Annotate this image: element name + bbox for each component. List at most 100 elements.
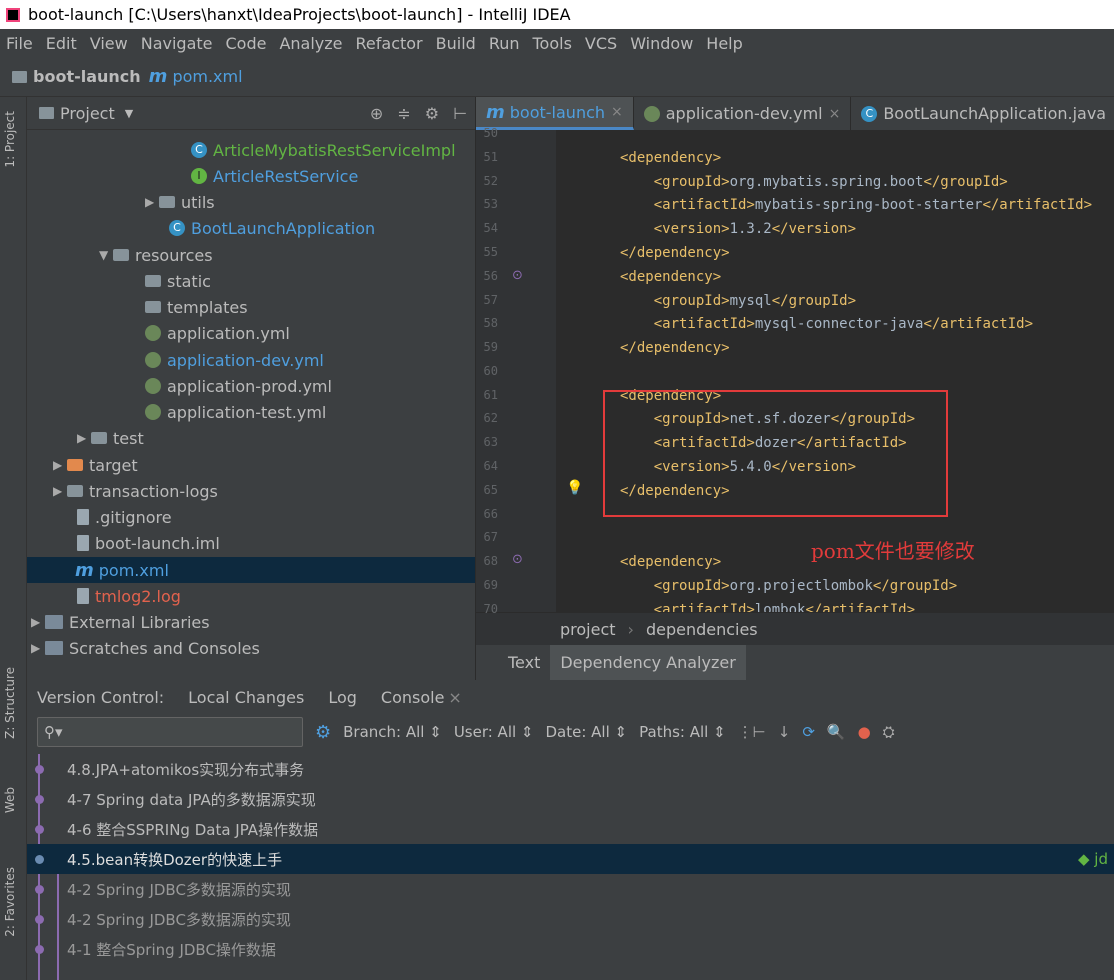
commit-row[interactable]: 4.8.JPA+atomikos实现分布式事务 xyxy=(27,754,1114,784)
project-panel-title[interactable]: Project xyxy=(60,104,115,123)
tab-log[interactable]: Log xyxy=(328,688,357,707)
tree-item[interactable]: application.yml xyxy=(27,320,475,346)
menu-run[interactable]: Run xyxy=(489,34,520,53)
expand-arrow-icon[interactable]: ▶ xyxy=(31,615,45,629)
tree-item[interactable]: ▶ Scratches and Consoles xyxy=(27,635,475,661)
line-number: 54 xyxy=(483,221,498,235)
tab-label: application-dev.yml xyxy=(665,104,823,123)
gear-icon[interactable]: ⚙ xyxy=(425,104,439,123)
close-icon[interactable]: × xyxy=(611,104,623,120)
branch-filter[interactable]: Branch: All ⇕ xyxy=(343,723,442,741)
tab-local-changes[interactable]: Local Changes xyxy=(188,688,304,707)
tab-text[interactable]: Text xyxy=(498,653,550,672)
arrow-down-icon[interactable]: ↓ xyxy=(778,723,791,741)
tree-item[interactable]: ▶ External Libraries xyxy=(27,609,475,635)
breadcrumb-project[interactable]: boot-launch xyxy=(12,67,141,86)
spring-icon xyxy=(145,404,161,420)
tree-item-label: .gitignore xyxy=(95,507,172,527)
project-tool-tab[interactable]: 1: Project xyxy=(3,111,17,168)
favorites-tool-tab[interactable]: 2: Favorites xyxy=(3,867,17,937)
settings-network-icon[interactable]: ⛭ xyxy=(883,723,895,741)
tree-item[interactable]: I ArticleRestService xyxy=(27,163,475,189)
close-icon[interactable]: × xyxy=(448,688,461,707)
breadcrumb-dependencies-tag[interactable]: dependencies xyxy=(646,620,758,639)
commit-row[interactable]: 4-7 Spring data JPA的多数据源实现 xyxy=(27,784,1114,814)
tree-item[interactable]: ▶ target xyxy=(27,452,475,478)
code-line: <artifactId>lombok</artifactId> xyxy=(653,602,916,612)
chevron-down-icon[interactable]: ▼ xyxy=(125,107,133,120)
cherry-pick-icon[interactable]: ● xyxy=(858,723,871,741)
tree-item[interactable]: ▶ utils xyxy=(27,189,475,215)
user-filter[interactable]: User: All ⇕ xyxy=(454,723,534,741)
line-number: 59 xyxy=(483,340,498,354)
hide-icon[interactable]: ⊢ xyxy=(453,104,467,123)
tree-item[interactable]: tmlog2.log xyxy=(27,583,475,609)
graph-options-icon[interactable]: ⋮⊢ xyxy=(738,723,766,741)
override-marker-icon[interactable]: ⊙ xyxy=(512,552,523,567)
commit-row-selected[interactable]: 4.5.bean转换Dozer的快速上手 ◆ jd xyxy=(27,844,1114,874)
tree-item[interactable]: .gitignore xyxy=(27,504,475,530)
tree-item-label: External Libraries xyxy=(69,612,210,632)
branch-filter-label: Branch: All xyxy=(343,723,425,741)
commit-row[interactable]: 4-2 Spring JDBC多数据源的实现 xyxy=(27,874,1114,904)
tree-item[interactable]: ▶ test xyxy=(27,425,475,451)
expand-arrow-icon[interactable]: ▶ xyxy=(53,484,67,498)
commit-dot xyxy=(35,945,44,954)
menu-help[interactable]: Help xyxy=(706,34,742,53)
web-tool-tab[interactable]: Web xyxy=(3,787,17,813)
menu-code[interactable]: Code xyxy=(226,34,267,53)
expand-arrow-icon[interactable]: ▶ xyxy=(145,195,159,209)
expand-arrow-icon[interactable]: ▶ xyxy=(53,458,67,472)
expand-arrow-icon[interactable]: ▶ xyxy=(77,431,91,445)
magnify-icon[interactable]: 🔍 xyxy=(827,723,846,741)
commit-row[interactable]: 4-2 Spring JDBC多数据源的实现 xyxy=(27,904,1114,934)
menu-analyze[interactable]: Analyze xyxy=(279,34,342,53)
override-marker-icon[interactable]: ⊙ xyxy=(512,268,523,283)
editor-tab-pom[interactable]: m boot-launch × xyxy=(476,97,634,130)
structure-tool-tab[interactable]: Z: Structure xyxy=(3,667,17,739)
tab-dependency-analyzer[interactable]: Dependency Analyzer xyxy=(550,645,746,680)
tree-item[interactable]: boot-launch.iml xyxy=(27,530,475,556)
tree-item[interactable]: templates xyxy=(27,294,475,320)
paths-filter[interactable]: Paths: All ⇕ xyxy=(639,723,726,741)
editor-tab-application-dev[interactable]: application-dev.yml × xyxy=(634,97,852,130)
breadcrumb-file[interactable]: m pom.xml xyxy=(149,66,243,87)
locate-icon[interactable]: ⊕ xyxy=(370,104,383,123)
editor-tab-bootlaunch[interactable]: CBootLaunchApplication.java× xyxy=(851,97,1114,130)
expand-arrow-icon[interactable]: ▶ xyxy=(31,641,45,655)
search-input[interactable]: ⚲▾ xyxy=(37,717,303,747)
expand-arrow-icon[interactable]: ▼ xyxy=(99,248,113,262)
breadcrumb-project-tag[interactable]: project xyxy=(560,620,616,639)
close-icon[interactable]: × xyxy=(829,106,841,122)
version-control-panel: Version Control: Local Changes Log Conso… xyxy=(27,680,1114,980)
settings-icon[interactable]: ⚙ xyxy=(315,722,331,743)
tree-item[interactable]: C ArticleMybatisRestServiceImpl xyxy=(27,137,475,163)
menu-edit[interactable]: Edit xyxy=(46,34,77,53)
tree-item[interactable]: application-dev.yml xyxy=(27,347,475,373)
menu-file[interactable]: File xyxy=(6,34,33,53)
date-filter-label: Date: All xyxy=(545,723,610,741)
tree-item[interactable]: static xyxy=(27,268,475,294)
tab-console[interactable]: Console × xyxy=(381,688,462,707)
menu-refactor[interactable]: Refactor xyxy=(356,34,423,53)
tree-item[interactable]: ▼ resources xyxy=(27,242,475,268)
tree-item[interactable]: application-prod.yml xyxy=(27,373,475,399)
date-filter[interactable]: Date: All ⇕ xyxy=(546,723,628,741)
tree-item[interactable]: ▶ transaction-logs xyxy=(27,478,475,504)
tree-item[interactable]: application-test.yml xyxy=(27,399,475,425)
menu-vcs[interactable]: VCS xyxy=(585,34,617,53)
menu-window[interactable]: Window xyxy=(630,34,693,53)
code-line: <version>1.3.2</version> xyxy=(653,221,857,237)
tree-item[interactable]: C BootLaunchApplication xyxy=(27,215,475,241)
tree-item-selected[interactable]: m pom.xml xyxy=(27,557,475,583)
spring-icon xyxy=(643,105,660,122)
collapse-icon[interactable]: ≑ xyxy=(397,104,410,123)
menu-view[interactable]: View xyxy=(90,34,128,53)
commit-row[interactable]: 4-6 整合SSPRINg Data JPA操作数据 xyxy=(27,814,1114,844)
commit-row[interactable]: 4-1 整合Spring JDBC操作数据 xyxy=(27,934,1114,964)
menu-navigate[interactable]: Navigate xyxy=(141,34,213,53)
menu-tools[interactable]: Tools xyxy=(533,34,572,53)
refresh-icon[interactable]: ⟳ xyxy=(802,723,815,741)
tree-item-label: ArticleMybatisRestServiceImpl xyxy=(213,140,456,160)
menu-build[interactable]: Build xyxy=(436,34,476,53)
